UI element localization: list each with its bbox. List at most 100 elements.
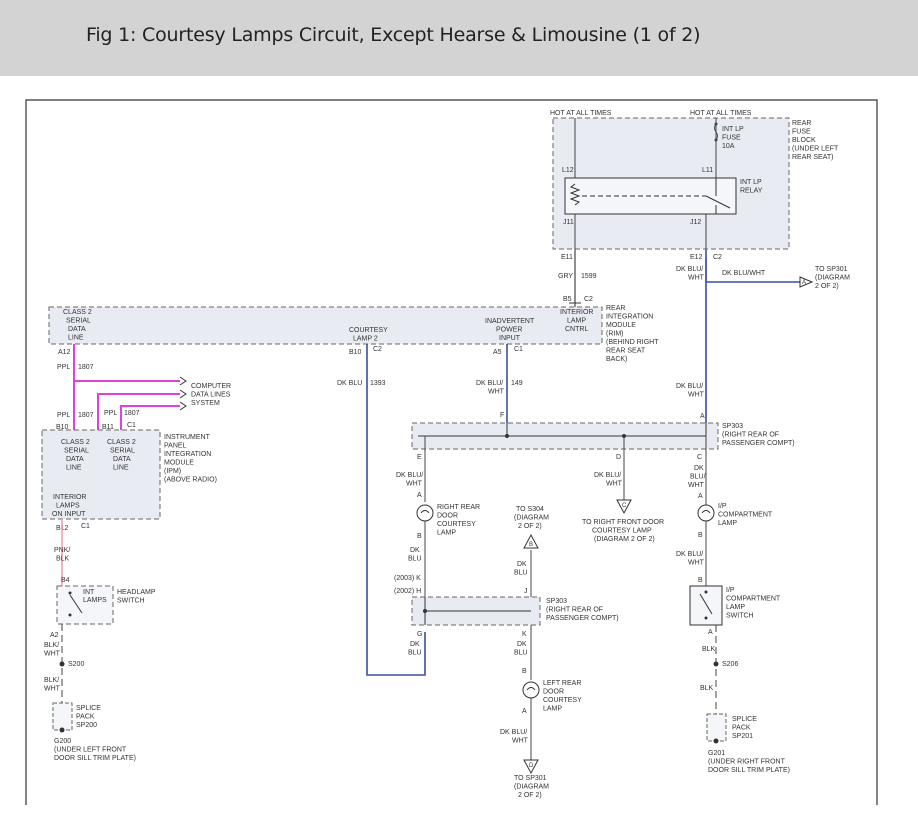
hot-label-left: HOT AT ALL TIMES: [550, 110, 612, 117]
rr-lamp-pin-a: A: [417, 492, 422, 499]
sp303-top-pin-e: E: [417, 454, 422, 461]
pin-j12: J12: [690, 219, 701, 226]
wire-dkblu2: DK BLU: [408, 641, 422, 657]
rim-c2: C2: [584, 296, 593, 303]
wire-1393-color: DK BLU: [337, 380, 362, 387]
s206-label: S206: [722, 661, 738, 668]
wire-dkbluwht-c-right: DK BLU/ WHT: [688, 465, 708, 489]
headlamp-label: HEADLAMP SWITCH: [117, 589, 157, 605]
ground-g200-icon: [59, 727, 65, 733]
pin-j11: J11: [563, 219, 574, 226]
pin-c2-fuse: C2: [713, 254, 722, 261]
ip-compartment-lamp-icon: [697, 504, 715, 522]
sp303-top-pin-a: A: [700, 413, 705, 420]
wire-blkwht2: BLK/ WHT: [44, 677, 61, 693]
g201-label: G201 (UNDER RIGHT FRONT DOOR SILL TRIM P…: [708, 750, 790, 774]
rr-door-lamp-icon: [416, 504, 434, 522]
to-sp301-label: TO SP301 (DIAGRAM 2 OF 2): [815, 266, 852, 290]
g200-label: G200 (UNDER LEFT FRONT DOOR SILL TRIM PL…: [54, 738, 136, 762]
wire-1807b-num: 1807: [78, 412, 94, 419]
wire-dkblu4: DK BLU: [514, 641, 529, 657]
ip-lamp-label: I/P COMPARTMENT LAMP: [718, 503, 774, 527]
splice-pack-sp200-label: SPLICE PACK SP200: [76, 705, 103, 729]
rim-pin-b5: B5: [563, 296, 572, 303]
lr-lamp-pin-b: B: [522, 668, 527, 675]
to-rf-letter: C: [622, 503, 627, 509]
wire-1807-color: PPL: [57, 364, 70, 371]
wire-dkbluwht-ip: DK BLU/ WHT: [676, 551, 705, 567]
ground-g201-icon: [713, 738, 719, 744]
ipm-pin-b11: B11: [102, 424, 114, 431]
wire-1807-num: 1807: [78, 364, 94, 371]
ip-lamp-pin-b: B: [698, 532, 703, 539]
sp303-mid-pin-j: J: [524, 588, 528, 595]
headlamp-pin-b4: B4: [61, 577, 70, 584]
lr-lamp-pin-a: A: [522, 708, 527, 715]
splice-s200: [59, 661, 65, 667]
relay-label: INT LP RELAY: [740, 179, 763, 195]
sp303-top-label: SP303 (RIGHT REAR OF PASSENGER COMPT): [722, 423, 795, 447]
wire-149-num: 149: [511, 380, 523, 387]
splice-s206: [713, 661, 719, 667]
wire-1807c-num: 1807: [124, 410, 140, 417]
wire-blk1: BLK: [702, 646, 716, 653]
sp303-mid-pin-k: K: [522, 631, 527, 638]
lr-lamp-label: LEFT REAR DOOR COURTESY LAMP: [543, 680, 584, 713]
sp303-mid-k2003: (2003) K: [394, 575, 421, 582]
wire-dkbluwht-c: DK BLU/ WHT: [396, 472, 425, 488]
wire-1599-color: GRY: [558, 273, 573, 280]
to-rf-label: TO RIGHT FRONT DOOR COURTESY LAMP (DIAGR…: [582, 519, 666, 543]
to-s304-letter: B: [529, 542, 533, 548]
splice-pack-sp201-label: SPLICE PACK SP201: [732, 716, 759, 740]
pin-l11: L11: [702, 167, 713, 174]
sp303-top-pin-c: C: [697, 454, 702, 461]
sp303-top-pin-d: D: [616, 454, 621, 461]
sp303-mid-h2002: (2002) H: [394, 588, 421, 595]
wire-dkbluwht-d: DK BLU/ WHT: [594, 472, 623, 488]
rim-pin-a5: A5: [493, 349, 502, 356]
ipm-pin-b10: B10: [56, 424, 69, 431]
wire-pnkblk: PNK/ BLK: [54, 547, 72, 563]
wire-dkbluwht-e: DK BLU/ WHT: [676, 383, 705, 399]
rim-label: REAR INTEGRATION MODULE (RIM) (BEHIND RI…: [606, 305, 660, 363]
rr-lamp-pin-b: B: [417, 533, 422, 540]
splice-pack-sp200: [52, 702, 73, 731]
wire-dkbluwht-a: DK BLU/ WHT: [676, 266, 705, 282]
ip-lamp-pin-a: A: [698, 493, 703, 500]
wire-dkbluwht-g: DK BLU/ WHT: [500, 729, 529, 745]
pin-e12: E12: [690, 254, 703, 261]
splice-pack-sp201: [706, 713, 727, 742]
wire-1599-number: 1599: [581, 273, 597, 280]
hot-label-right: HOT AT ALL TIMES: [690, 110, 752, 117]
to-s304-label: TO S304 (DIAGRAM 2 OF 2): [514, 506, 551, 530]
connector-letter-a: A: [802, 280, 806, 286]
headlamp-pin-a2: A2: [50, 632, 59, 639]
ip-switch-label: I/P COMPARTMENT LAMP SWITCH: [726, 587, 782, 620]
rr-lamp-label: RIGHT REAR DOOR COURTESY LAMP: [437, 504, 482, 537]
sp303-mid-label: SP303 (RIGHT REAR OF PASSENGER COMPT): [546, 598, 619, 622]
wire-dkblu3: DK BLU: [514, 561, 529, 577]
to-sp301-wire-color: DK BLU/WHT: [722, 270, 766, 277]
wiring-diagram: HOT AT ALL TIMES HOT AT ALL TIMES REAR F…: [25, 99, 878, 805]
wire-blkwht1: BLK/ WHT: [44, 642, 61, 658]
rim-c1: C1: [514, 346, 523, 353]
s200-label: S200: [68, 661, 84, 668]
lr-door-lamp-icon: [522, 681, 540, 699]
wire-1807b-color: PPL: [57, 412, 70, 419]
rim-pin-b10: B10: [349, 349, 362, 356]
wire-1807c-color: PPL: [104, 410, 117, 417]
ipm-c1: C1: [127, 422, 136, 429]
fuse-block-label: REAR FUSE BLOCK (UNDER LEFT REAR SEAT): [792, 120, 840, 161]
to-sp301b-letter: D: [529, 763, 534, 769]
ip-switch-pin-a: A: [708, 629, 713, 636]
sp303-mid-pin-g: G: [417, 631, 422, 638]
pin-l12: L12: [562, 167, 574, 174]
wire-1393-num: 1393: [370, 380, 386, 387]
ip-switch-pin-b: B: [698, 577, 703, 584]
ipm-c1b: C1: [81, 523, 90, 530]
rim-pin-a12: A12: [58, 349, 71, 356]
to-sp301b-label: TO SP301 (DIAGRAM 2 OF 2): [514, 775, 551, 799]
ipm-label: INSTRUMENT PANEL INTEGRATION MODULE (IPM…: [164, 434, 217, 484]
rim-c2b: C2: [373, 346, 382, 353]
wire-dkblu1: DK BLU: [408, 547, 422, 563]
